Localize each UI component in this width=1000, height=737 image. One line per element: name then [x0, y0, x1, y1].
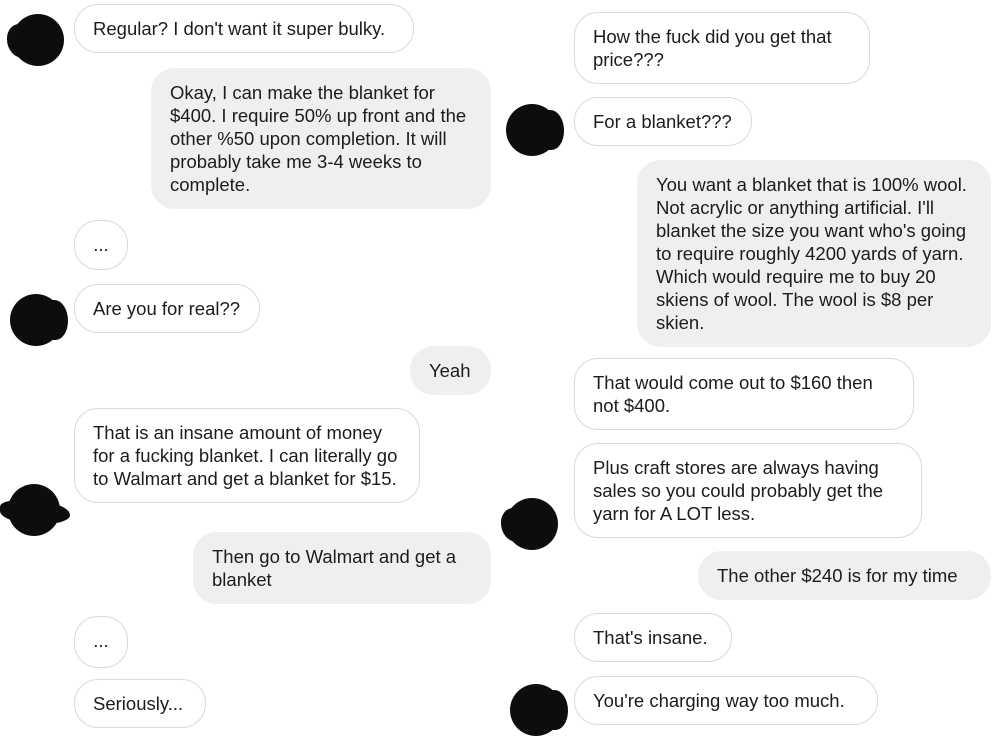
- outgoing-message: You want a blanket that is 100% wool. No…: [637, 160, 991, 347]
- incoming-message: ...: [74, 220, 128, 270]
- incoming-message: Regular? I don't want it super bulky.: [74, 4, 414, 53]
- contact-avatar: [10, 294, 68, 346]
- incoming-message: You're charging way too much.: [574, 676, 878, 725]
- outgoing-message: The other $240 is for my time: [698, 551, 991, 600]
- contact-avatar: [501, 498, 558, 550]
- incoming-message: That's insane.: [574, 613, 732, 662]
- incoming-message: That is an insane amount of money for a …: [74, 408, 420, 503]
- contact-avatar: [506, 104, 564, 156]
- incoming-message: Seriously...: [74, 679, 206, 728]
- incoming-message: ...: [74, 616, 128, 668]
- incoming-message: Plus craft stores are always having sale…: [574, 443, 922, 538]
- incoming-message: Are you for real??: [74, 284, 260, 333]
- contact-avatar: [7, 14, 64, 66]
- incoming-message: That would come out to $160 then not $40…: [574, 358, 914, 430]
- outgoing-message: Okay, I can make the blanket for $400. I…: [151, 68, 491, 209]
- contact-avatar: [510, 684, 568, 736]
- chat-panel-left: Regular? I don't want it super bulky. Ok…: [0, 0, 500, 737]
- incoming-message: For a blanket???: [574, 97, 752, 146]
- outgoing-message: Yeah: [410, 346, 491, 395]
- chat-panel-right: How the fuck did you get that price??? F…: [500, 0, 1000, 737]
- contact-avatar: [0, 484, 70, 536]
- outgoing-message: Then go to Walmart and get a blanket: [193, 532, 491, 604]
- incoming-message: How the fuck did you get that price???: [574, 12, 870, 84]
